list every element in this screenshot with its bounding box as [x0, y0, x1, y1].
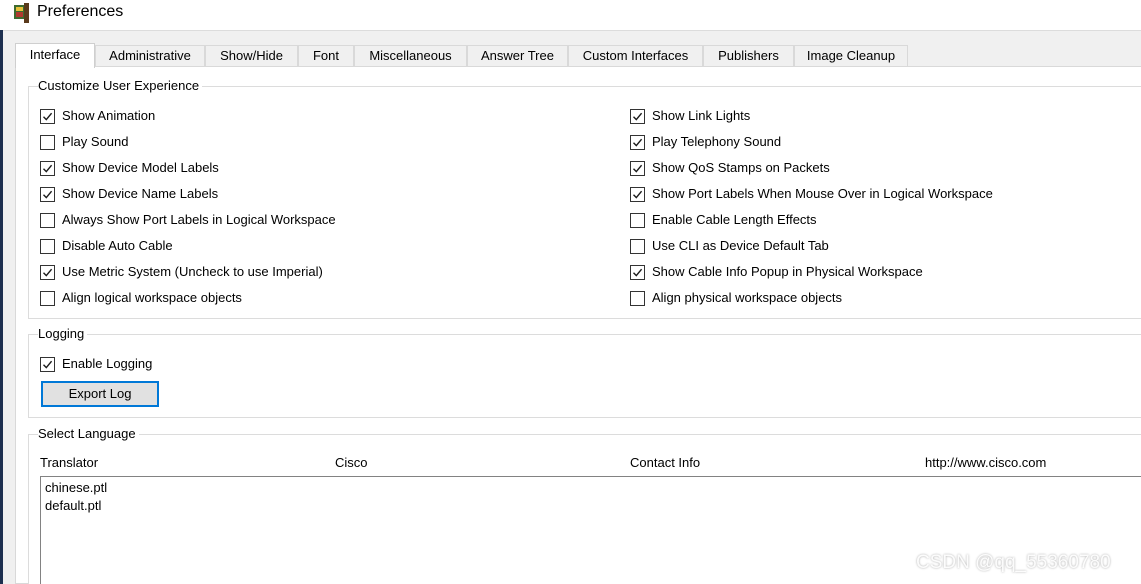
show-device-name-labels-label: Show Device Name Labels: [62, 186, 219, 201]
logging-group: [28, 334, 1141, 418]
packet-tracer-app-icon: [14, 3, 29, 23]
show-link-lights-checkbox[interactable]: [630, 109, 645, 124]
enable-logging-checkbox[interactable]: [40, 357, 55, 372]
always-show-port-labels-in-logical-workspace-label: Always Show Port Labels in Logical Works…: [62, 212, 336, 227]
align-logical-workspace-objects-checkbox[interactable]: [40, 291, 55, 306]
customize-group-title: Customize User Experience: [38, 78, 203, 94]
enable-logging-label: Enable Logging: [62, 356, 153, 371]
window-title: Preferences: [37, 3, 124, 20]
translator-value: Cisco: [335, 455, 368, 470]
tab-miscellaneous[interactable]: Miscellaneous: [354, 45, 467, 66]
tab-font[interactable]: Font: [298, 45, 354, 66]
disable-auto-cable-label: Disable Auto Cable: [62, 238, 173, 253]
show-cable-info-popup-in-physical-workspace-label: Show Cable Info Popup in Physical Worksp…: [652, 264, 923, 279]
translator-label: Translator: [40, 455, 99, 470]
list-item-chinese-ptl[interactable]: chinese.ptl: [45, 480, 107, 496]
enable-cable-length-effects-checkbox[interactable]: [630, 213, 645, 228]
always-show-port-labels-in-logical-workspace-checkbox[interactable]: [40, 213, 55, 228]
language-group-title: Select Language: [38, 426, 139, 442]
use-cli-as-device-default-tab-label: Use CLI as Device Default Tab: [652, 238, 829, 253]
tab-custom-interfaces[interactable]: Custom Interfaces: [568, 45, 703, 66]
tab-administrative[interactable]: Administrative: [95, 45, 205, 66]
align-logical-workspace-objects-label: Align logical workspace objects: [62, 290, 242, 305]
tab-show-hide[interactable]: Show/Hide: [205, 45, 298, 66]
play-telephony-sound-checkbox[interactable]: [630, 135, 645, 150]
export-log-button[interactable]: Export Log: [41, 381, 159, 407]
show-device-model-labels-label: Show Device Model Labels: [62, 160, 219, 175]
use-metric-system-uncheck-to-use-imperial-checkbox[interactable]: [40, 265, 55, 280]
use-cli-as-device-default-tab-checkbox[interactable]: [630, 239, 645, 254]
show-cable-info-popup-in-physical-workspace-checkbox[interactable]: [630, 265, 645, 280]
show-qos-stamps-on-packets-label: Show QoS Stamps on Packets: [652, 160, 830, 175]
show-device-name-labels-checkbox[interactable]: [40, 187, 55, 202]
customize-user-experience-group: [28, 86, 1141, 319]
align-physical-workspace-objects-label: Align physical workspace objects: [652, 290, 843, 305]
contact-info-value: http://www.cisco.com: [925, 455, 1047, 470]
background-window-edge: [0, 30, 3, 584]
list-item-default-ptl[interactable]: default.ptl: [45, 498, 101, 514]
show-port-labels-when-mouse-over-in-logical-workspace-label: Show Port Labels When Mouse Over in Logi…: [652, 186, 993, 201]
logging-group-title: Logging: [38, 326, 88, 342]
show-animation-checkbox[interactable]: [40, 109, 55, 124]
play-sound-checkbox[interactable]: [40, 135, 55, 150]
csdn-watermark: CSDN @qq_55360780: [916, 552, 1111, 573]
use-metric-system-uncheck-to-use-imperial-label: Use Metric System (Uncheck to use Imperi…: [62, 264, 323, 279]
show-port-labels-when-mouse-over-in-logical-workspace-checkbox[interactable]: [630, 187, 645, 202]
show-qos-stamps-on-packets-checkbox[interactable]: [630, 161, 645, 176]
show-device-model-labels-checkbox[interactable]: [40, 161, 55, 176]
play-sound-label: Play Sound: [62, 134, 129, 149]
tab-interface[interactable]: Interface: [15, 43, 95, 68]
show-animation-label: Show Animation: [62, 108, 156, 123]
show-link-lights-label: Show Link Lights: [652, 108, 751, 123]
tab-answer-tree[interactable]: Answer Tree: [467, 45, 568, 66]
contact-info-label: Contact Info: [630, 455, 701, 470]
title-bar: Preferences: [0, 0, 1141, 31]
tab-image-cleanup[interactable]: Image Cleanup: [794, 45, 908, 66]
align-physical-workspace-objects-checkbox[interactable]: [630, 291, 645, 306]
play-telephony-sound-label: Play Telephony Sound: [652, 134, 782, 149]
tab-publishers[interactable]: Publishers: [703, 45, 794, 66]
disable-auto-cable-checkbox[interactable]: [40, 239, 55, 254]
enable-cable-length-effects-label: Enable Cable Length Effects: [652, 212, 817, 227]
